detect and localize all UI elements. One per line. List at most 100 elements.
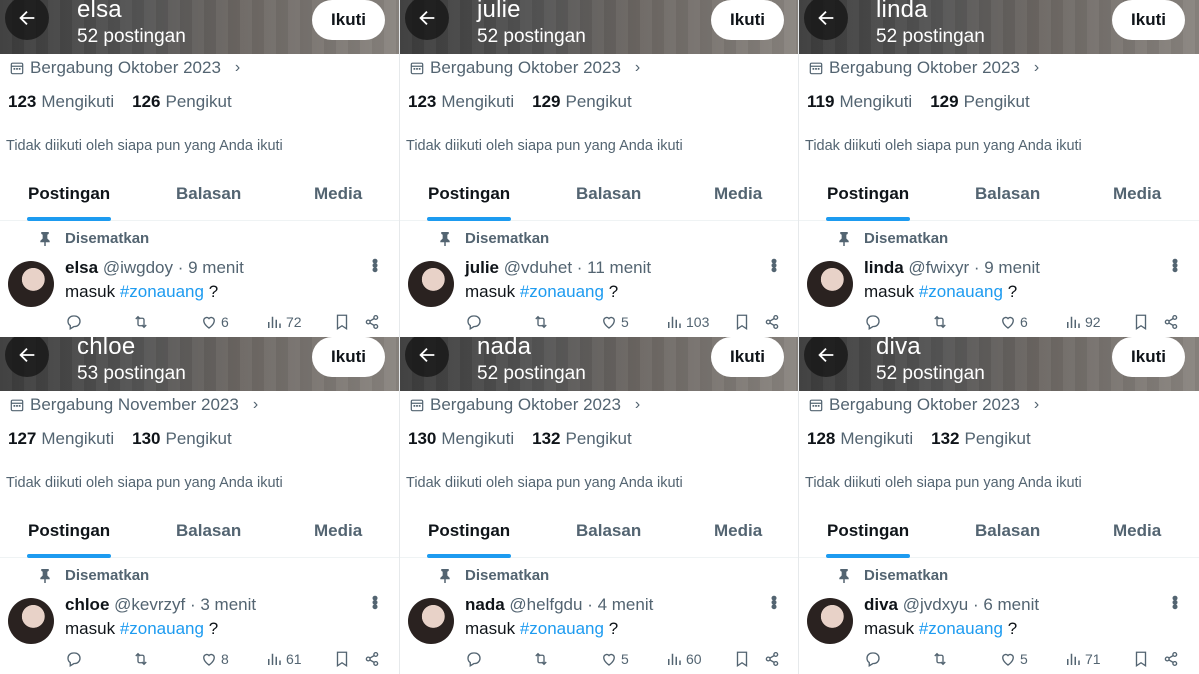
avatar[interactable] [8,261,54,307]
join-date[interactable]: Bergabung Oktober 2023 › [410,395,640,415]
avatar[interactable] [408,598,454,644]
bookmark-button[interactable] [733,650,751,668]
followers-link[interactable]: 132 Pengikut [532,429,632,449]
share-button[interactable] [1162,650,1180,668]
hashtag-link[interactable]: #zonauang [520,619,604,638]
hashtag-link[interactable]: #zonauang [120,619,204,638]
tab-balasan[interactable]: Balasan [576,521,641,541]
tab-media[interactable]: Media [714,521,762,541]
views-button[interactable]: 60 [665,650,702,668]
following-link[interactable]: 123 Mengikuti [8,92,114,112]
share-button[interactable] [763,650,781,668]
reply-button[interactable] [65,650,83,668]
views-button[interactable]: 92 [1064,313,1101,331]
follow-button[interactable]: Ikuti [312,0,385,40]
bookmark-button[interactable] [333,313,351,331]
tab-postingan[interactable]: Postingan [428,184,510,204]
tab-postingan[interactable]: Postingan [28,184,110,204]
share-button[interactable] [763,313,781,331]
following-link[interactable]: 123 Mengikuti [408,92,514,112]
join-date[interactable]: Bergabung Oktober 2023 › [10,58,240,78]
join-date[interactable]: Bergabung Oktober 2023 › [410,58,640,78]
retweet-button[interactable] [132,313,150,331]
tab-media[interactable]: Media [314,184,362,204]
views-button[interactable]: 71 [1064,650,1101,668]
retweet-button[interactable] [931,313,949,331]
bookmark-button[interactable] [733,313,751,331]
more-options-icon[interactable]: ••• [364,595,385,608]
follow-button[interactable]: Ikuti [1112,337,1185,377]
tab-balasan[interactable]: Balasan [176,521,241,541]
bookmark-button[interactable] [333,650,351,668]
reply-button[interactable] [864,650,882,668]
tab-balasan[interactable]: Balasan [975,184,1040,204]
tab-balasan[interactable]: Balasan [975,521,1040,541]
more-options-icon[interactable]: ••• [364,258,385,271]
share-button[interactable] [1162,313,1180,331]
share-button[interactable] [363,313,381,331]
following-link[interactable]: 130 Mengikuti [408,429,514,449]
follow-button[interactable]: Ikuti [1112,0,1185,40]
followers-link[interactable]: 129 Pengikut [930,92,1030,112]
more-options-icon[interactable]: ••• [763,258,784,271]
join-date[interactable]: Bergabung Oktober 2023 › [809,58,1039,78]
tab-postingan[interactable]: Postingan [827,184,909,204]
join-date[interactable]: Bergabung November 2023 › [10,395,258,415]
tab-postingan[interactable]: Postingan [827,521,909,541]
follow-button[interactable]: Ikuti [312,337,385,377]
follow-button[interactable]: Ikuti [711,337,784,377]
more-options-icon[interactable]: ••• [1164,258,1185,271]
tweet-author-name[interactable]: chloe [65,595,109,614]
tweet-author-name[interactable]: nada [465,595,505,614]
hashtag-link[interactable]: #zonauang [919,282,1003,301]
more-options-icon[interactable]: ••• [1164,595,1185,608]
views-button[interactable]: 72 [265,313,302,331]
hashtag-link[interactable]: #zonauang [120,282,204,301]
like-button[interactable]: 6 [999,313,1028,331]
avatar[interactable] [807,598,853,644]
more-options-icon[interactable]: ••• [763,595,784,608]
followers-link[interactable]: 130 Pengikut [132,429,232,449]
like-button[interactable]: 5 [999,650,1028,668]
share-button[interactable] [363,650,381,668]
reply-button[interactable] [465,650,483,668]
tweet-author-name[interactable]: linda [864,258,904,277]
tweet-author-name[interactable]: diva [864,595,898,614]
join-date[interactable]: Bergabung Oktober 2023 › [809,395,1039,415]
retweet-button[interactable] [532,650,550,668]
avatar[interactable] [408,261,454,307]
like-button[interactable]: 5 [600,313,629,331]
views-button[interactable]: 61 [265,650,302,668]
tab-balasan[interactable]: Balasan [176,184,241,204]
tab-postingan[interactable]: Postingan [428,521,510,541]
hashtag-link[interactable]: #zonauang [919,619,1003,638]
like-button[interactable]: 8 [200,650,229,668]
tab-media[interactable]: Media [314,521,362,541]
tab-media[interactable]: Media [714,184,762,204]
hashtag-link[interactable]: #zonauang [520,282,604,301]
followers-link[interactable]: 132 Pengikut [931,429,1031,449]
reply-button[interactable] [864,313,882,331]
followers-link[interactable]: 129 Pengikut [532,92,632,112]
retweet-button[interactable] [532,313,550,331]
reply-button[interactable] [65,313,83,331]
follow-button[interactable]: Ikuti [711,0,784,40]
retweet-button[interactable] [132,650,150,668]
tab-media[interactable]: Media [1113,521,1161,541]
followers-link[interactable]: 126 Pengikut [132,92,232,112]
like-button[interactable]: 5 [600,650,629,668]
reply-button[interactable] [465,313,483,331]
tweet-author-name[interactable]: julie [465,258,499,277]
like-button[interactable]: 6 [200,313,229,331]
avatar[interactable] [807,261,853,307]
bookmark-button[interactable] [1132,313,1150,331]
tweet-author-name[interactable]: elsa [65,258,98,277]
retweet-button[interactable] [931,650,949,668]
avatar[interactable] [8,598,54,644]
tab-postingan[interactable]: Postingan [28,521,110,541]
following-link[interactable]: 127 Mengikuti [8,429,114,449]
views-button[interactable]: 103 [665,313,709,331]
tab-media[interactable]: Media [1113,184,1161,204]
bookmark-button[interactable] [1132,650,1150,668]
tab-balasan[interactable]: Balasan [576,184,641,204]
